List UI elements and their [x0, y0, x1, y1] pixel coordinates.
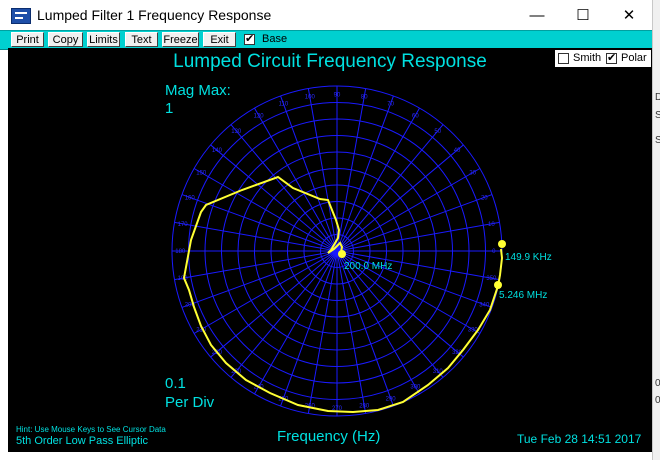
angle-tick-label: 100	[305, 95, 316, 101]
minimize-button[interactable]: —	[514, 0, 560, 30]
edge-fragment: 0.	[655, 378, 660, 389]
angle-tick-label: 80	[361, 95, 368, 101]
marker-dot	[338, 250, 346, 258]
copy-button[interactable]: Copy	[48, 32, 83, 47]
timestamp: Tue Feb 28 14:51 2017	[517, 432, 642, 446]
angle-tick-label: 120	[254, 113, 265, 119]
marker-label: 5.246 MHz	[499, 290, 547, 301]
freeze-button[interactable]: Freeze	[162, 32, 199, 47]
edge-fragment: S	[655, 110, 660, 121]
print-button[interactable]: Print	[11, 32, 44, 47]
polar-checkbox[interactable]	[606, 51, 617, 64]
edge-fragment: 0	[655, 395, 660, 406]
exit-button[interactable]: Exit	[203, 32, 236, 47]
view-toggle-panel: Smith Polar	[555, 50, 651, 67]
angle-tick-label: 20	[481, 195, 488, 201]
background-window-edge: D S S 0. 0	[652, 0, 660, 460]
mag-max-label: Mag Max:	[165, 82, 231, 99]
title-bar[interactable]: Lumped Filter 1 Frequency Response — ☐ ✕	[0, 0, 652, 30]
angle-tick-label: 350	[486, 276, 497, 282]
angle-tick-label: 160	[185, 195, 196, 201]
base-checkbox[interactable]	[244, 32, 255, 45]
marker-dot	[494, 281, 502, 289]
per-div-label: Per Div	[165, 394, 215, 411]
angle-tick-label: 10	[488, 222, 495, 228]
edge-fragment: S	[655, 135, 660, 146]
marker-dot	[498, 240, 506, 248]
base-label: Base	[262, 33, 288, 45]
window-title: Lumped Filter 1 Frequency Response	[37, 7, 272, 23]
x-axis-label: Frequency (Hz)	[277, 428, 381, 445]
text-button[interactable]: Text	[125, 32, 158, 47]
angle-tick-label: 0	[492, 249, 496, 255]
marker-label: 149.9 KHz	[505, 252, 552, 263]
angle-tick-label: 140	[212, 148, 223, 154]
angle-tick-label: 150	[196, 171, 207, 177]
angle-tick-label: 40	[454, 148, 461, 154]
angle-tick-label: 50	[434, 129, 441, 135]
angle-tick-label: 190	[178, 276, 189, 282]
angle-tick-label: 60	[412, 113, 419, 119]
polar-label: Polar	[621, 52, 647, 64]
per-div-value: 0.1	[165, 375, 186, 392]
plot-area[interactable]: 0 10 20 30 40 50 60 70 80 90 100 110 120 130 140 150 160…	[8, 48, 652, 452]
close-button[interactable]: ✕	[606, 0, 652, 30]
mag-max-value: 1	[165, 100, 174, 117]
angle-tick-label: 90	[334, 92, 341, 98]
app-icon	[11, 8, 31, 24]
angle-tick-label: 340	[479, 303, 490, 309]
polar-chart[interactable]: 0 10 20 30 40 50 60 70 80 90 100 110 120 130 140 150 160…	[8, 48, 652, 452]
angle-tick-label: 30	[469, 171, 476, 177]
toolbar: Print Copy Limits Text Freeze Exit Base	[0, 30, 652, 50]
limits-button[interactable]: Limits	[87, 32, 120, 47]
angle-tick-label: 130	[231, 129, 242, 135]
maximize-button[interactable]: ☐	[560, 0, 606, 30]
angle-tick-label: 280	[359, 403, 370, 409]
angle-tick-label: 290	[386, 396, 397, 402]
marker-label: 200.0 MHz	[344, 261, 392, 272]
hint-text: Hint: Use Mouse Keys to See Cursor Data	[16, 425, 166, 434]
angle-tick-label: 170	[178, 222, 189, 228]
edge-fragment: D	[655, 92, 660, 103]
angle-tick-label: 110	[279, 102, 289, 108]
app-window: Lumped Filter 1 Frequency Response — ☐ ✕…	[0, 0, 652, 460]
smith-label: Smith	[573, 52, 602, 64]
smith-checkbox[interactable]	[558, 53, 569, 64]
angle-tick-label: 180	[175, 249, 186, 255]
angle-tick-label: 70	[387, 102, 394, 108]
filter-description: 5th Order Low Pass Elliptic	[16, 435, 149, 447]
